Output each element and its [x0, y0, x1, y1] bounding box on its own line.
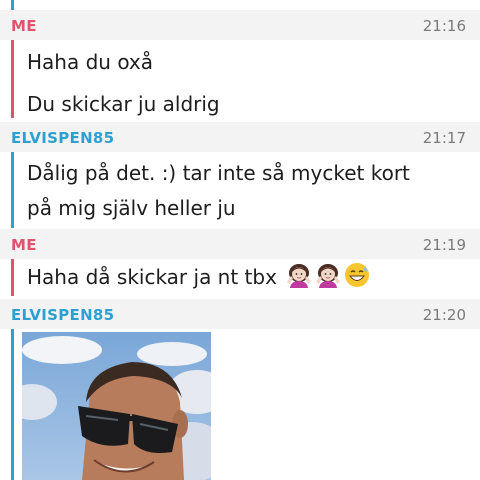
sender-name: ME [11, 236, 37, 254]
message-header-me: ME 21:19 [0, 229, 480, 259]
message-header-other: ELVISPEN85 21:20 [0, 299, 480, 329]
message-bar-me [11, 40, 14, 118]
chat-view: ME 21:16 Haha du oxå Du skickar ju aldri… [0, 0, 480, 480]
message-bar-me [11, 259, 14, 296]
chat-message[interactable]: Dålig på det. :) tar inte så mycket kort [27, 157, 472, 190]
message-header-other: ELVISPEN85 21:17 [0, 122, 480, 152]
message-bar-other [11, 152, 14, 228]
timestamp: 21:20 [422, 306, 466, 324]
timestamp: 21:17 [422, 129, 466, 147]
message-bar-other [11, 0, 14, 10]
sender-name: ME [11, 17, 37, 35]
grinning-sweat-emoji [344, 262, 370, 298]
photo-attachment[interactable] [22, 332, 211, 480]
message-bar-other [11, 329, 14, 480]
person-shrugging-emoji [286, 262, 312, 298]
timestamp: 21:19 [422, 236, 466, 254]
message-header-me: ME 21:16 [0, 10, 480, 40]
chat-message[interactable]: Haha då skickar ja nt tbx [27, 261, 472, 298]
person-shrugging-emoji [315, 262, 341, 298]
sender-name: ELVISPEN85 [11, 306, 115, 324]
chat-message-text: Haha då skickar ja nt tbx [27, 265, 277, 289]
chat-message[interactable]: Du skickar ju aldrig [27, 88, 472, 121]
sender-name: ELVISPEN85 [11, 129, 115, 147]
chat-message[interactable]: på mig själv heller ju [27, 192, 472, 225]
timestamp: 21:16 [422, 17, 466, 35]
chat-message[interactable]: Haha du oxå [27, 46, 472, 79]
